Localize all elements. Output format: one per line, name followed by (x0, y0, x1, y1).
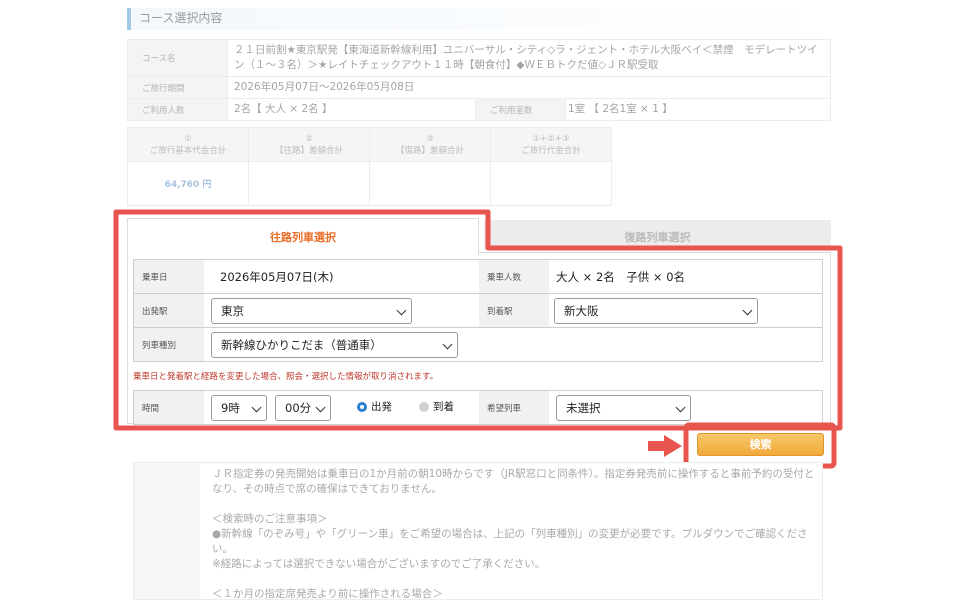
course-name-value: ２１日前割★東京駅発【東海道新幹線利用】ユニバーサル・シティ◇ラ・ジェント・ホテ… (227, 39, 831, 77)
guests-value: 2名【 大人 × 2名 】 (227, 98, 476, 121)
arrival-station-select[interactable]: 新大阪 (554, 298, 758, 324)
train-type-label: 列車種別 (134, 328, 204, 361)
passengers-label: 乗車人数 (479, 260, 549, 293)
notes-paragraph: ＪＲ指定券の発売開始は乗車日の1か月前の朝10時からです（JR駅窓口と同条件）。… (212, 468, 815, 495)
course-info-table: コース名 ２１日前割★東京駅発【東海道新幹線利用】ユニバーサル・シティ◇ラ・ジェ… (127, 39, 831, 121)
chevron-down-icon (675, 402, 686, 413)
price-header-outbound: ② 【往路】差額合計 (248, 127, 370, 162)
train-preference-label: 希望列車 (479, 391, 549, 424)
notes-line: ※経路によっては選択できない場合がございますのでご了承ください。 (212, 558, 546, 570)
guests-label: ご利用人数 (127, 98, 228, 121)
travel-period-label: ご旅行期間 (127, 76, 228, 99)
boarding-date-value: 2026年05月07日(木) (220, 269, 334, 284)
section-title: コース選択内容 (127, 8, 831, 30)
notes-line: ●新幹線「のぞみ号」や「グリーン車」をご希望の場合は、上記の「列車種別」の変更が… (212, 528, 808, 555)
radio-arrive[interactable] (419, 402, 429, 412)
hour-select[interactable]: 9時 (211, 395, 267, 421)
tab-outbound-train[interactable]: 往路列車選択 (127, 218, 479, 256)
price-summary-table: ① ご旅行基本代金合計 ② 【往路】差額合計 ③ 【復路】差額合計 ①+②+③ ご旅行代… (127, 127, 612, 206)
tab-outbound-label: 往路列車選択 (270, 231, 336, 244)
chevron-down-icon (442, 339, 453, 350)
train-type-select[interactable]: 新幹線ひかりこだま（普通車） (211, 332, 458, 358)
notes-label-cell (134, 463, 200, 599)
arrow-right-icon (648, 435, 682, 457)
notes-text: ＪＲ指定券の発売開始は乗車日の1か月前の朝10時からです（JR駅窓口と同条件）。… (212, 467, 816, 600)
boarding-date-label: 乗車日 (134, 260, 204, 293)
course-name-label: コース名 (127, 39, 228, 77)
departure-station-select[interactable]: 東京 (211, 298, 412, 324)
train-preference-select[interactable]: 未選択 (556, 395, 691, 421)
radio-arrive-label[interactable]: 到着 (433, 399, 454, 414)
form-row-date: 乗車日 2026年05月07日(木) 乗車人数 大人 × 2名 子供 × 0名 (133, 259, 823, 294)
rooms-label: ご利用室数 (475, 98, 566, 121)
passengers-value: 大人 × 2名 子供 × 0名 (556, 269, 686, 284)
minute-select[interactable]: 00分 (275, 395, 331, 421)
search-button[interactable]: 検索 (697, 433, 824, 456)
notes-heading: ＜検索時のご注意事項＞ (212, 513, 328, 525)
chevron-down-icon (315, 402, 326, 413)
price-header-total: ①+②+③ ご旅行代金合計 (490, 127, 612, 162)
chevron-down-icon (396, 305, 407, 316)
radio-depart[interactable] (357, 402, 367, 412)
price-base-value: 64,760 円 (127, 161, 249, 206)
price-total-value (490, 161, 612, 206)
change-notice: 乗車日と発着駅と経路を変更した場合、照会・選択した情報が取り消されます。 (133, 372, 439, 382)
price-header-return: ③ 【復路】差額合計 (369, 127, 491, 162)
price-outbound-value (248, 161, 370, 206)
price-header-base: ① ご旅行基本代金合計 (127, 127, 249, 162)
rooms-value: 1室 【 2名1室 × 1 】 (565, 98, 831, 121)
tab-return-train[interactable]: 復路列車選択 (484, 220, 831, 250)
arrival-station-label: 到着駅 (479, 294, 549, 327)
price-return-value (369, 161, 491, 206)
travel-period-value: 2026年05月07日～2026年05月08日 (227, 76, 831, 99)
radio-depart-label[interactable]: 出発 (371, 399, 392, 414)
notes-heading: ＜１か月の指定席発売より前に操作される場合＞ (212, 588, 443, 600)
time-label: 時間 (134, 391, 204, 424)
departure-station-label: 出発駅 (134, 294, 204, 327)
notes-box: ＪＲ指定券の発売開始は乗車日の1か月前の朝10時からです（JR駅窓口と同条件）。… (133, 462, 823, 600)
chevron-down-icon (742, 305, 753, 316)
chevron-down-icon (251, 402, 262, 413)
